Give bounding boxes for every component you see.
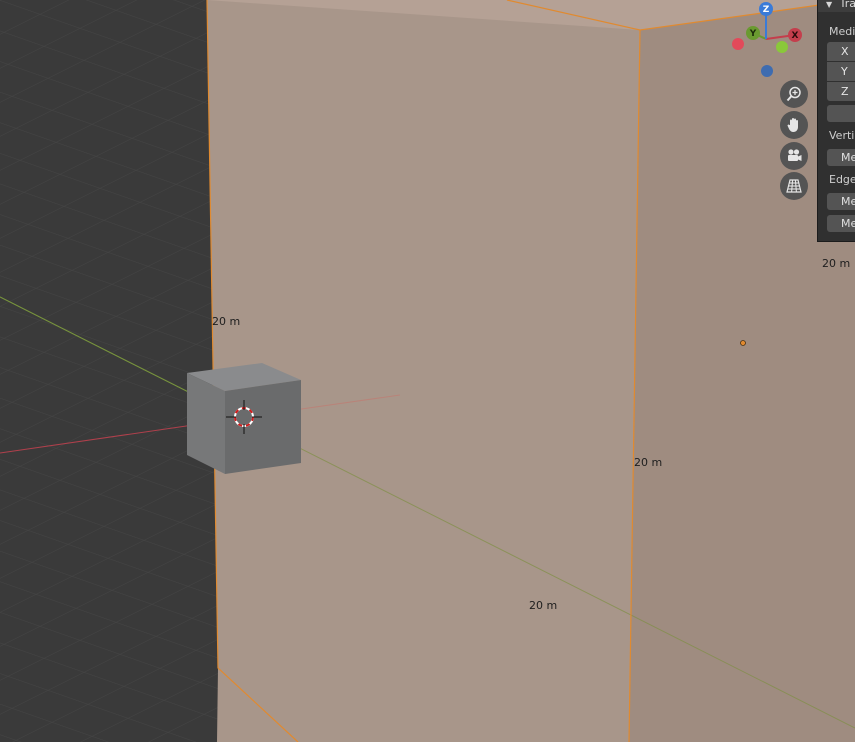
- edge-mean-field-2[interactable]: Me: [827, 215, 855, 232]
- zoom-button[interactable]: [780, 80, 808, 108]
- grid-perspective-icon: [786, 179, 802, 193]
- edges-label: Edges: [829, 173, 855, 186]
- perspective-toggle-button[interactable]: [780, 172, 808, 200]
- dimension-label-center: 20 m: [634, 456, 663, 469]
- gizmo-z-label: Z: [763, 5, 770, 15]
- median-z-field[interactable]: Z: [827, 82, 855, 101]
- hand-pan-icon: [787, 118, 798, 132]
- edge-mean-field-1[interactable]: Me: [827, 193, 855, 210]
- transform-panel-header[interactable]: ▼ Tra: [818, 0, 855, 12]
- object-origin: [740, 340, 746, 346]
- gizmo-x-label: X: [792, 31, 799, 41]
- camera-view-button[interactable]: [780, 142, 808, 170]
- sidebar-transform-panel[interactable]: ▼ Tra Media X Y Z Vertic Me Edges Me Me: [817, 0, 855, 242]
- vertex-mean-field[interactable]: Me: [827, 149, 855, 166]
- median-label: Media: [829, 25, 855, 38]
- collapse-arrow-icon: ▼: [826, 0, 833, 9]
- dimension-label-top-left: 20 m: [212, 315, 241, 328]
- median-y-field[interactable]: Y: [827, 62, 855, 81]
- dimension-label-right: 20 m: [822, 257, 851, 270]
- viewport-scene: X Y Z: [0, 0, 855, 742]
- 3d-viewport[interactable]: X Y Z 20 m 20 m 20 m 20 m ▼ Tra Medi X Y…: [0, 0, 855, 742]
- dimension-label-bottom: 20 m: [529, 599, 558, 612]
- pan-button[interactable]: [780, 111, 808, 139]
- vertices-label: Vertic: [829, 129, 855, 142]
- transform-panel-title: Tra: [839, 0, 855, 10]
- global-local-toggle[interactable]: [827, 105, 855, 122]
- gizmo-y-label: Y: [749, 29, 757, 39]
- camera-icon: [788, 149, 802, 161]
- median-x-field[interactable]: X: [827, 42, 855, 61]
- zoom-icon: [786, 86, 801, 102]
- cube-front: [225, 380, 301, 474]
